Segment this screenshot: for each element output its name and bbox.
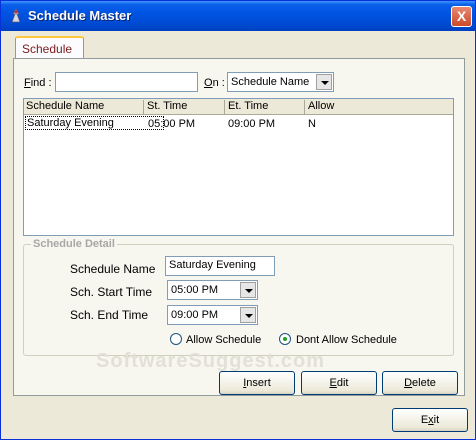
on-select-value: Schedule Name xyxy=(231,76,310,88)
app-icon xyxy=(11,8,21,23)
find-label: Find : xyxy=(24,77,52,89)
dont-allow-schedule-radio[interactable] xyxy=(279,333,291,345)
schedule-master-window: Schedule Master X Schedule Find : On : S… xyxy=(0,0,476,440)
chevron-down-icon[interactable] xyxy=(240,307,256,323)
column-header-allow[interactable]: Allow xyxy=(306,100,453,114)
schedule-grid[interactable]: Schedule Name St. Time Et. Time Allow Sa… xyxy=(23,98,454,236)
close-button[interactable]: X xyxy=(451,6,472,27)
cell-et-time[interactable]: 09:00 PM xyxy=(228,118,275,130)
start-time-select[interactable]: 05:00 PM xyxy=(167,280,258,300)
dont-allow-schedule-label[interactable]: Dont Allow Schedule xyxy=(296,334,397,346)
chevron-down-icon[interactable] xyxy=(316,74,332,90)
edit-button[interactable]: Edit xyxy=(301,371,377,395)
on-label: On : xyxy=(204,77,225,89)
table-row[interactable]: Saturday Evening 05:00 PM 09:00 PM N xyxy=(24,116,453,132)
column-header-st-time[interactable]: St. Time xyxy=(145,100,225,114)
delete-button[interactable]: Delete xyxy=(382,371,458,395)
allow-schedule-radio[interactable] xyxy=(170,333,182,345)
column-header-schedule-name[interactable]: Schedule Name xyxy=(24,100,144,114)
schedule-name-label: Schedule Name xyxy=(70,262,156,276)
on-select[interactable]: Schedule Name xyxy=(227,72,334,92)
find-input[interactable] xyxy=(55,72,198,92)
schedule-detail-legend: Schedule Detail xyxy=(31,238,117,250)
start-time-label: Sch. Start Time xyxy=(70,285,153,299)
title-bar[interactable]: Schedule Master X xyxy=(1,1,475,31)
window-title: Schedule Master xyxy=(28,8,132,23)
insert-button[interactable]: Insert xyxy=(219,371,295,395)
end-time-select[interactable]: 09:00 PM xyxy=(167,305,258,325)
watermark: SoftwareSuggest.com xyxy=(96,350,326,372)
schedule-name-field[interactable]: Saturday Evening xyxy=(165,256,275,276)
end-time-label: Sch. End Time xyxy=(70,308,149,322)
cell-st-time[interactable]: 05:00 PM xyxy=(148,118,195,130)
tab-schedule[interactable]: Schedule xyxy=(15,36,84,59)
column-header-et-time[interactable]: Et. Time xyxy=(226,100,305,114)
exit-button[interactable]: Exit xyxy=(392,408,468,432)
tab-schedule-label: Schedule xyxy=(22,42,73,56)
grid-header: Schedule Name St. Time Et. Time Allow xyxy=(24,99,453,115)
cell-allow[interactable]: N xyxy=(308,118,316,130)
allow-schedule-label[interactable]: Allow Schedule xyxy=(186,334,261,346)
chevron-down-icon[interactable] xyxy=(240,282,256,298)
cell-schedule-name[interactable]: Saturday Evening xyxy=(25,116,164,130)
